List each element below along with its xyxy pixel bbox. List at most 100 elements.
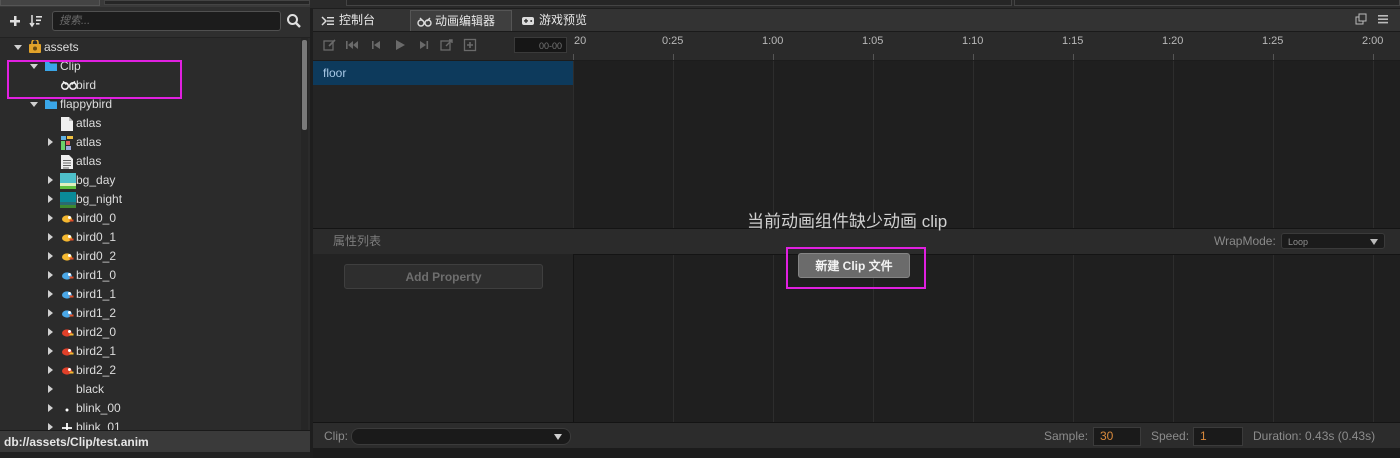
timeline-ruler[interactable]: 20 0:25 1:00 1:05 1:10 1:15 1:20 1:25 2:00	[573, 32, 1400, 61]
speed-input[interactable]: 1	[1193, 427, 1243, 446]
animation-toolbar: 00-00	[313, 32, 573, 61]
previous-frame-icon[interactable]	[369, 38, 383, 52]
collapsed-arrow-icon[interactable]	[46, 247, 54, 266]
collapsed-arrow-icon[interactable]	[46, 399, 54, 418]
popout-icon[interactable]	[1355, 13, 1367, 25]
tree-item-label: bird2_2	[76, 363, 117, 377]
collapsed-arrow-icon[interactable]	[46, 418, 54, 430]
tree-item-bird2-2[interactable]: bird2_2	[0, 361, 300, 380]
tree-item-black[interactable]: black	[0, 380, 300, 399]
tree-item-label: bg_day	[76, 173, 116, 187]
tree-item-blink-00[interactable]: blink_00	[0, 399, 300, 418]
speed-label: Speed:	[1151, 429, 1190, 443]
collapsed-arrow-icon[interactable]	[46, 380, 54, 399]
search-input[interactable]	[52, 11, 281, 31]
add-property-button[interactable]: Add Property	[344, 264, 543, 289]
console-icon	[321, 14, 335, 28]
tree-item-flappybird[interactable]: flappybird	[0, 95, 300, 114]
missing-clip-message: 当前动画组件缺少动画 clip	[747, 212, 948, 231]
tree-item-clip[interactable]: Clip	[0, 57, 300, 76]
play-icon[interactable]	[393, 38, 407, 52]
collapsed-arrow-icon[interactable]	[46, 266, 54, 285]
collapsed-arrow-icon[interactable]	[46, 133, 54, 152]
ruler-tick-mark	[573, 54, 574, 60]
dot-thumbnail-icon	[60, 401, 74, 415]
expanded-arrow-icon[interactable]	[30, 57, 38, 76]
search-icon[interactable]	[286, 13, 302, 29]
tree-item-bird1-1[interactable]: bird1_1	[0, 285, 300, 304]
animation-editor-icon	[417, 15, 432, 29]
add-keyframe-icon[interactable]	[463, 38, 477, 52]
bird-blue-icon	[60, 287, 74, 301]
tab-console-label: 控制台	[339, 13, 376, 27]
ruler-tick-mark	[673, 54, 674, 60]
ruler-tick-label: 1:00	[762, 35, 784, 47]
expanded-arrow-icon[interactable]	[14, 38, 22, 57]
animation-editor: 00-00 20 0:25 1:00 1:05 1:10 1:15 1:20 1:25 2:00…	[313, 32, 1400, 422]
sample-input[interactable]: 30	[1093, 427, 1141, 446]
tree-item-bird1-0[interactable]: bird1_0	[0, 266, 300, 285]
tree-item-label: atlas	[76, 116, 102, 130]
scrollbar-thumb[interactable]	[302, 40, 307, 130]
next-frame-icon[interactable]	[417, 38, 431, 52]
record-edit-icon[interactable]	[323, 38, 337, 52]
collapsed-arrow-icon[interactable]	[46, 304, 54, 323]
bird-orange-icon	[60, 211, 74, 225]
tree-item-bird0-2[interactable]: bird0_2	[0, 247, 300, 266]
tree-item-bird2-1[interactable]: bird2_1	[0, 342, 300, 361]
tree-item-label: blink_00	[76, 401, 121, 415]
wrap-mode-select[interactable]: Loop	[1281, 233, 1385, 249]
tree-item-atlas[interactable]: atlas	[0, 133, 300, 152]
sample-label: Sample:	[1044, 429, 1089, 443]
tree-item-label: bird1_2	[76, 306, 117, 320]
tree-item-label: bird0_1	[76, 230, 117, 244]
animation-footer: Clip: Sample: 30 Speed: 1 Duration: 0.43…	[313, 422, 1400, 449]
tree-item-atlas[interactable]: atlas	[0, 114, 300, 133]
collapsed-arrow-icon[interactable]	[46, 171, 54, 190]
menu-icon[interactable]	[1377, 13, 1389, 25]
tree-item-atlas[interactable]: atlas	[0, 152, 300, 171]
new-clip-button[interactable]: 新建 Clip 文件	[798, 253, 910, 278]
collapsed-arrow-icon[interactable]	[46, 323, 54, 342]
tree-item-bird0-0[interactable]: bird0_0	[0, 209, 300, 228]
add-event-icon[interactable]	[440, 38, 454, 52]
tree-item-bird0-1[interactable]: bird0_1	[0, 228, 300, 247]
ruler-tick-mark	[1073, 54, 1074, 60]
tab-animation-editor[interactable]: 动画编辑器	[410, 10, 512, 31]
current-frame-display[interactable]: 00-00	[514, 37, 567, 53]
tree-item-bg-night[interactable]: bg_night	[0, 190, 300, 209]
tree-item-bird[interactable]: bird	[0, 76, 300, 95]
collapsed-arrow-icon[interactable]	[46, 228, 54, 247]
expanded-arrow-icon[interactable]	[30, 95, 38, 114]
tree-item-label: bird2_0	[76, 325, 117, 339]
tree-item-assets[interactable]: assets	[0, 38, 300, 57]
tree-item-bg-day[interactable]: bg_day	[0, 171, 300, 190]
ruler-tick-label: 1:10	[962, 35, 984, 47]
collapsed-arrow-icon[interactable]	[46, 209, 54, 228]
collapsed-arrow-icon[interactable]	[46, 361, 54, 380]
tree-item-bird2-0[interactable]: bird2_0	[0, 323, 300, 342]
tree-item-label: Clip	[60, 59, 81, 73]
tree-item-label: assets	[44, 40, 79, 54]
ruler-tick-mark	[1173, 54, 1174, 60]
node-item-floor[interactable]: floor	[313, 61, 573, 85]
wrap-mode-value: Loop	[1288, 237, 1309, 247]
tree-item-label: bg_night	[76, 192, 123, 206]
asset-tree-scrollbar[interactable]	[301, 38, 308, 430]
collapsed-arrow-icon[interactable]	[46, 342, 54, 361]
sort-icon[interactable]	[28, 13, 44, 29]
tab-console[interactable]: 控制台	[315, 10, 409, 31]
folder-icon	[44, 59, 58, 73]
jump-first-frame-icon[interactable]	[345, 38, 359, 52]
bg-day-thumbnail-icon	[60, 173, 76, 189]
property-list: Add Property	[313, 254, 574, 422]
assets-panel-tab[interactable]	[0, 0, 100, 6]
tree-item-bird1-2[interactable]: bird1_2	[0, 304, 300, 323]
clip-select[interactable]	[351, 428, 571, 445]
collapsed-arrow-icon[interactable]	[46, 285, 54, 304]
tree-item-blink-01[interactable]: blink_01	[0, 418, 300, 430]
asset-path-status: db://assets/Clip/test.anim	[0, 430, 310, 452]
tab-game-preview[interactable]: 游戏预览	[515, 10, 605, 31]
add-icon[interactable]	[7, 13, 23, 29]
collapsed-arrow-icon[interactable]	[46, 190, 54, 209]
